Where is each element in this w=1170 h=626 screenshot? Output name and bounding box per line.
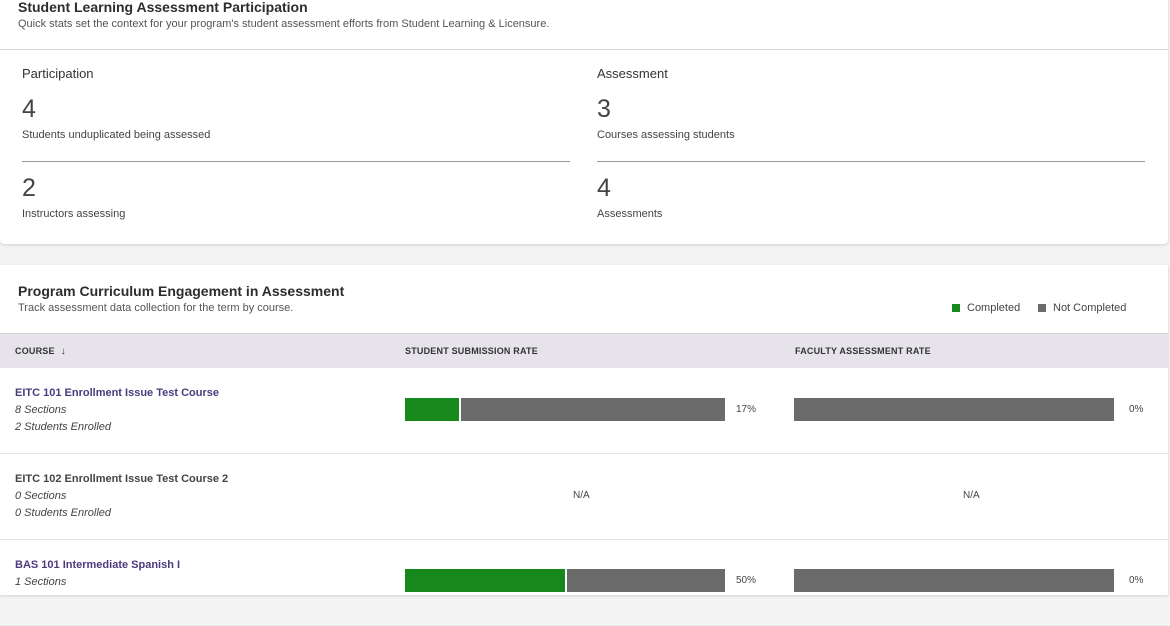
student-submission-bar xyxy=(405,398,725,421)
not-completed-segment xyxy=(461,398,725,421)
not-completed-swatch xyxy=(1038,304,1046,312)
table-row: BAS 101 Intermediate Spanish I 1 Section… xyxy=(0,540,1168,626)
faculty-assessment-percent: 0% xyxy=(1129,404,1144,415)
engagement-card-subtitle: Track assessment data collection for the… xyxy=(18,302,294,314)
assessments-label: Assessments xyxy=(597,208,663,220)
participation-card-subtitle: Quick stats set the context for your pro… xyxy=(18,18,550,30)
legend-completed: Completed xyxy=(952,302,1020,314)
instructors-assessing-label: Instructors assessing xyxy=(22,208,126,220)
courses-assessing-value: 3 xyxy=(597,95,611,123)
table-header: COURSE ↓ STUDENT SUBMISSION RATE FACULTY … xyxy=(0,333,1168,368)
student-submission-bar xyxy=(405,569,725,592)
students-assessed-value: 4 xyxy=(22,95,36,123)
column-header-course-label: COURSE xyxy=(15,346,55,356)
student-submission-percent: 17% xyxy=(736,404,757,415)
faculty-assessment-bar xyxy=(794,569,1114,592)
table-row: EITC 102 Enrollment Issue Test Course 2 … xyxy=(0,454,1168,540)
stat-divider xyxy=(22,161,570,162)
course-enrolled: 0 Students Enrolled xyxy=(15,507,112,519)
assessments-value: 4 xyxy=(597,174,611,202)
participation-card: Student Learning Assessment Participatio… xyxy=(0,0,1168,244)
completed-swatch xyxy=(952,304,960,312)
completed-segment xyxy=(405,398,459,421)
faculty-assessment-na: N/A xyxy=(963,490,980,501)
course-sections: 8 Sections xyxy=(15,404,67,416)
column-header-student-rate: STUDENT SUBMISSION RATE xyxy=(405,346,538,356)
course-enrolled: 2 Students Enrolled xyxy=(15,421,112,433)
engagement-card-title: Program Curriculum Engagement in Assessm… xyxy=(18,283,345,299)
participation-card-title: Student Learning Assessment Participatio… xyxy=(18,0,308,15)
student-submission-percent: 50% xyxy=(736,575,757,586)
not-completed-segment xyxy=(794,398,1114,421)
course-sections: 0 Sections xyxy=(15,490,67,502)
course-link[interactable]: EITC 101 Enrollment Issue Test Course xyxy=(15,387,219,399)
arrow-down-icon: ↓ xyxy=(60,346,66,357)
participation-heading: Participation xyxy=(22,66,94,81)
faculty-assessment-percent: 0% xyxy=(1129,575,1144,586)
student-submission-na: N/A xyxy=(573,490,590,501)
students-assessed-label: Students unduplicated being assessed xyxy=(22,129,211,141)
not-completed-segment xyxy=(794,569,1114,592)
courses-assessing-label: Courses assessing students xyxy=(597,129,735,141)
engagement-card: Program Curriculum Engagement in Assessm… xyxy=(0,265,1168,626)
legend-completed-label: Completed xyxy=(967,302,1021,314)
table-row: EITC 101 Enrollment Issue Test Course 8 … xyxy=(0,368,1168,454)
course-link[interactable]: BAS 101 Intermediate Spanish I xyxy=(15,559,180,571)
legend-not-completed-label: Not Completed xyxy=(1053,302,1127,314)
faculty-assessment-bar xyxy=(794,398,1114,421)
course-sections: 1 Sections xyxy=(15,576,67,588)
course-name: EITC 102 Enrollment Issue Test Course 2 xyxy=(15,473,229,485)
divider xyxy=(0,49,1168,50)
column-header-course[interactable]: COURSE ↓ xyxy=(15,346,66,357)
not-completed-segment xyxy=(567,569,725,592)
stat-divider xyxy=(597,161,1145,162)
column-header-faculty-rate: FACULTY ASSESSMENT RATE xyxy=(795,346,931,356)
assessment-heading: Assessment xyxy=(597,66,668,81)
instructors-assessing-value: 2 xyxy=(22,174,36,202)
legend-not-completed: Not Completed xyxy=(1038,302,1126,314)
completed-segment xyxy=(405,569,565,592)
